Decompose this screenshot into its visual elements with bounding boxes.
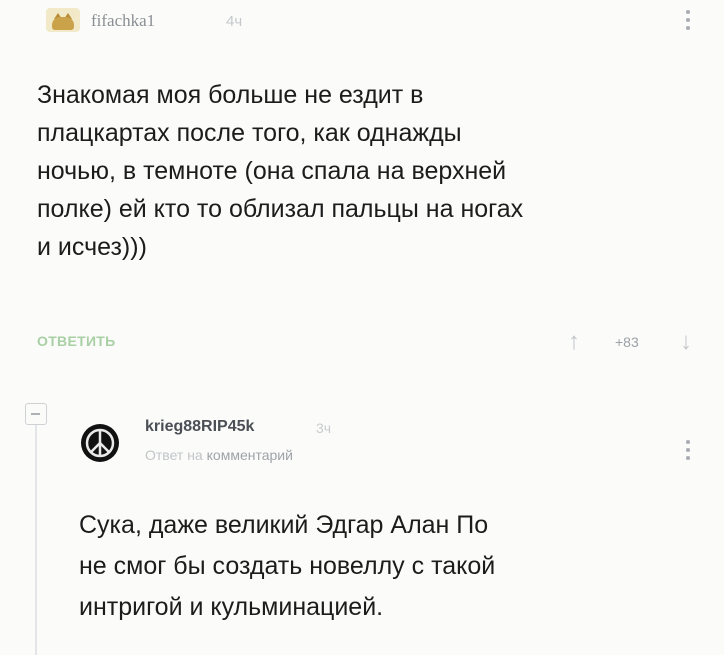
reply-text: Сука, даже великий Эдгар Алан По не смог…	[79, 511, 496, 621]
reply-author-avatar[interactable]	[80, 423, 120, 463]
reply-to-prefix: Ответ на	[145, 447, 203, 463]
comment-rating: +83	[615, 334, 639, 350]
reply-timestamp[interactable]: 3ч	[316, 420, 331, 436]
reply-to-line: Ответ на комментарий	[145, 447, 293, 463]
reply-to-comment-link[interactable]: комментарий	[207, 447, 293, 463]
upvote-arrow-icon[interactable]: ↑	[568, 330, 580, 354]
comment-author-username[interactable]: fifachka1	[91, 11, 155, 31]
downvote-arrow-icon[interactable]: ↓	[680, 330, 692, 354]
cat-avatar-icon	[52, 17, 74, 30]
minus-icon	[31, 413, 40, 415]
thread-line[interactable]	[35, 425, 37, 655]
peace-sign-avatar-icon	[81, 424, 119, 462]
reply-button[interactable]: ОТВЕТИТЬ	[37, 333, 116, 349]
comment-timestamp[interactable]: 4ч	[226, 13, 242, 30]
reply-author-username[interactable]: krieg88RIP45k	[145, 418, 254, 436]
comment-author-avatar[interactable]	[46, 8, 80, 32]
comment-text: Знакомая моя больше не ездит в плацкарта…	[37, 81, 524, 261]
more-options-icon[interactable]	[685, 10, 691, 34]
more-options-icon[interactable]	[685, 440, 691, 464]
collapse-thread-button[interactable]	[25, 403, 47, 425]
